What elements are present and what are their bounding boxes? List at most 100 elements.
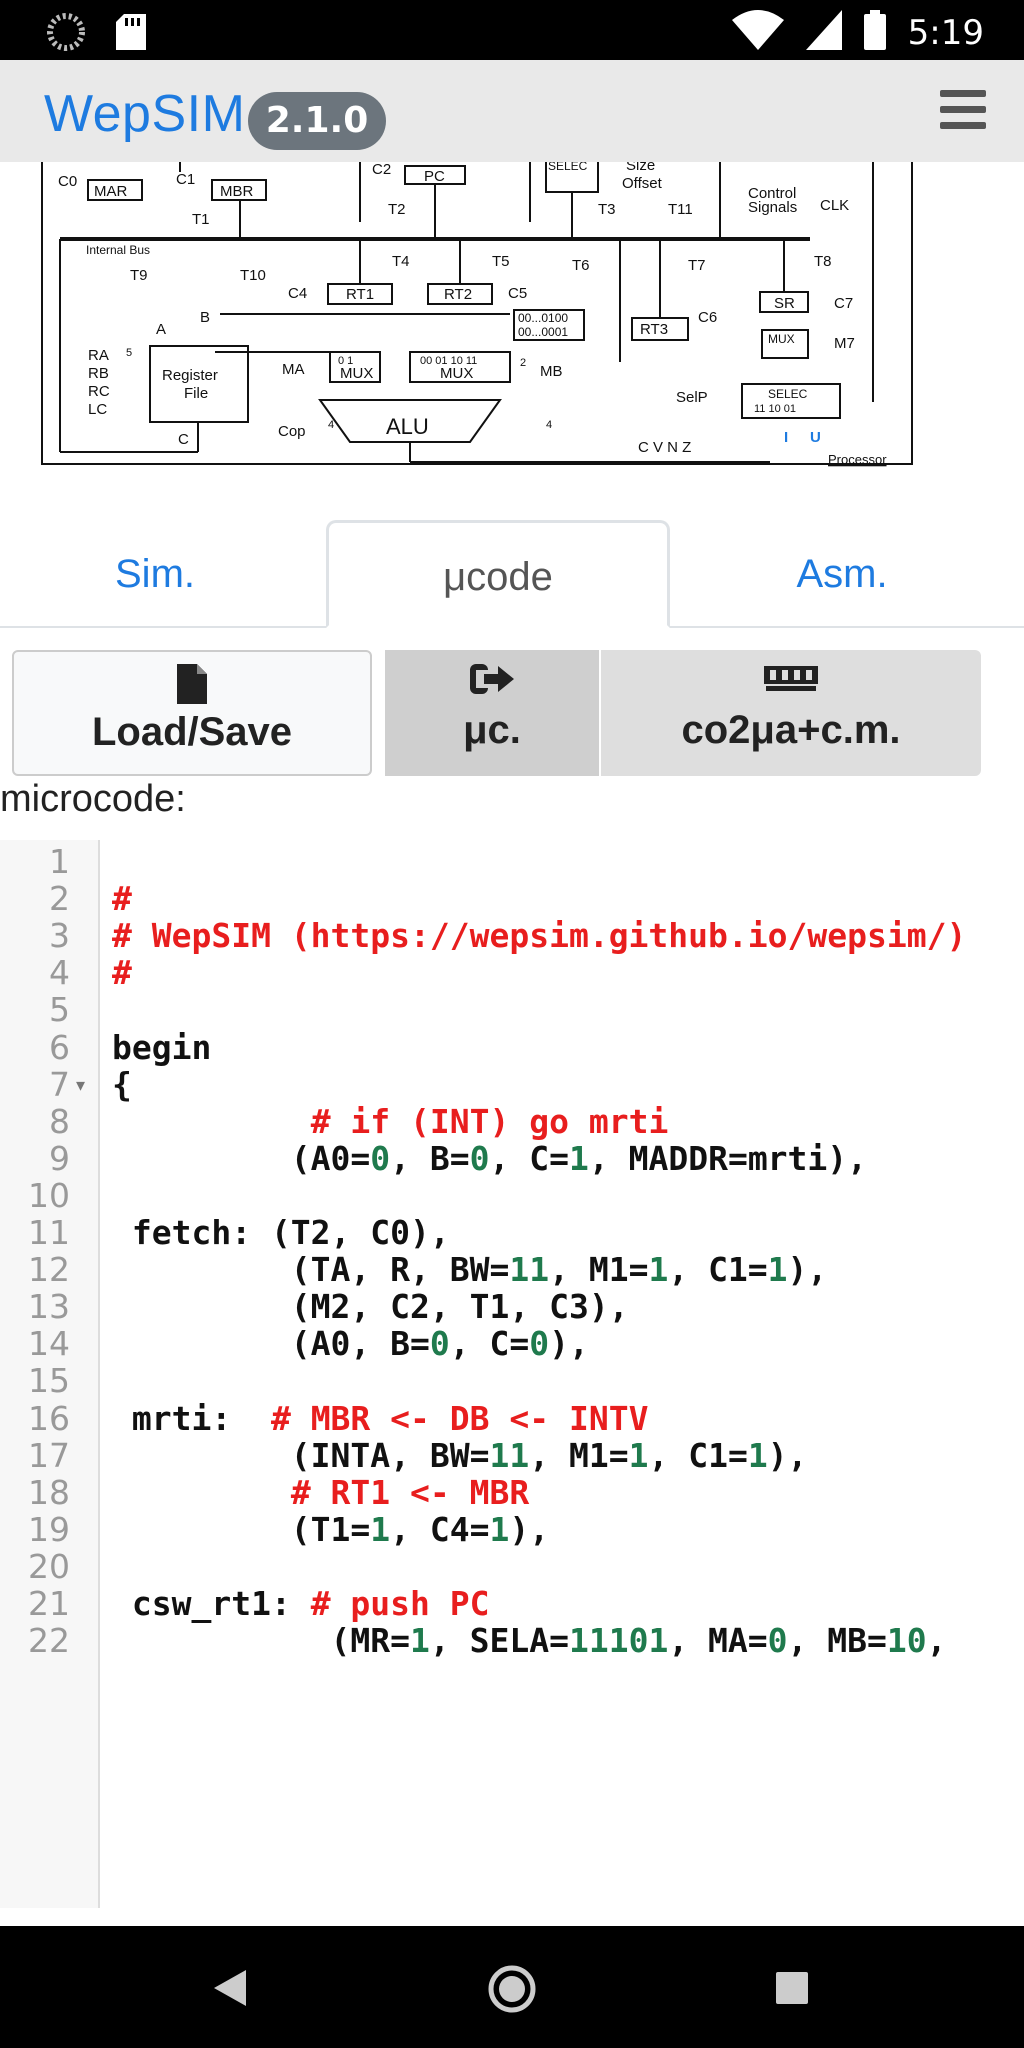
code-line[interactable]: mrti: # MBR <- DB <- INTV: [112, 1399, 649, 1438]
status-bar: 5:19: [0, 0, 1024, 60]
line-number: 5: [49, 990, 70, 1029]
code-line[interactable]: (A0=0, B=0, C=1, MADDR=mrti),: [112, 1139, 867, 1178]
code-line[interactable]: # RT1 <- MBR: [112, 1473, 529, 1512]
code-line[interactable]: # WepSIM (https://wepsim.github.io/wepsi…: [112, 916, 966, 955]
line-number: 8: [49, 1102, 70, 1141]
svg-text:C1: C1: [176, 171, 195, 188]
svg-text:SELEC: SELEC: [548, 162, 588, 173]
co2-label: co2μa+c.m.: [681, 708, 901, 752]
fold-toggle-icon[interactable]: ▾: [76, 1075, 85, 1096]
svg-text:SELEC: SELEC: [768, 387, 808, 401]
code-line[interactable]: fetch: (T2, C0),: [112, 1213, 450, 1252]
code-line[interactable]: #: [112, 879, 132, 918]
line-number: 12: [28, 1250, 70, 1289]
app-header: WepSIM 2.1.0: [0, 60, 1024, 162]
line-number: 16: [28, 1399, 70, 1438]
code-line[interactable]: (A0, B=0, C=0),: [112, 1324, 589, 1363]
svg-text:RT3: RT3: [640, 321, 668, 338]
line-number: 22: [28, 1621, 70, 1660]
tab-microcode[interactable]: μcode: [326, 520, 670, 628]
svg-text:SR: SR: [774, 295, 795, 312]
hamburger-menu-icon[interactable]: [940, 90, 990, 130]
svg-text:T6: T6: [572, 257, 590, 274]
code-line[interactable]: (TA, R, BW=11, M1=1, C1=1),: [112, 1250, 828, 1289]
sd-card-icon: [116, 14, 146, 55]
svg-text:4: 4: [328, 419, 334, 431]
app-title[interactable]: WepSIM: [44, 84, 245, 144]
recents-icon[interactable]: [776, 1972, 808, 2009]
svg-text:C V N Z: C V N Z: [638, 439, 691, 456]
line-number: 4: [49, 953, 70, 992]
view-tabs: Sim. μcode Asm.: [0, 520, 1024, 628]
svg-text:00...0100: 00...0100: [518, 311, 568, 325]
microcode-editor[interactable]: 1 2 3 4 5 6 7 ▾ 8 9 10 11 12 13 14 15 16 17 18 19 20 21 22 # # …: [0, 840, 1024, 1908]
svg-text:I: I: [784, 429, 788, 446]
svg-text:U: U: [810, 429, 821, 446]
line-number-gutter: 1 2 3 4 5 6 7 ▾ 8 9 10 11 12 13 14 15 16 17 18 19 20 21 22: [0, 840, 100, 1908]
svg-text:2: 2: [520, 357, 526, 369]
svg-text:C: C: [178, 431, 189, 448]
svg-text:MB: MB: [540, 363, 563, 380]
svg-text:A: A: [156, 321, 166, 338]
sign-out-icon: [470, 662, 514, 701]
svg-text:Processor: Processor: [828, 452, 887, 467]
svg-text:MBR: MBR: [220, 183, 254, 200]
svg-text:C5: C5: [508, 285, 527, 302]
co2-button[interactable]: co2μa+c.m.: [601, 650, 981, 776]
svg-text:T9: T9: [130, 267, 148, 284]
line-number: 11: [28, 1213, 70, 1252]
svg-text:MUX: MUX: [340, 365, 373, 382]
section-label: microcode:: [0, 778, 186, 820]
line-number: 21: [28, 1584, 70, 1623]
svg-text:Signals: Signals: [748, 199, 797, 216]
signal-icon: [805, 10, 842, 55]
home-icon[interactable]: [487, 1964, 537, 2019]
svg-text:T11: T11: [668, 201, 693, 218]
system-navigation-bar: [0, 1926, 1024, 2048]
svg-text:MAR: MAR: [94, 183, 128, 200]
microcode-compile-button[interactable]: μc.: [385, 650, 599, 776]
code-line[interactable]: csw_rt1: # push PC: [112, 1584, 490, 1623]
svg-text:ALU: ALU: [386, 414, 429, 439]
code-line[interactable]: (INTA, BW=11, M1=1, C1=1),: [112, 1436, 808, 1475]
code-line[interactable]: #: [112, 953, 132, 992]
load-save-button[interactable]: Load/Save: [12, 650, 372, 776]
line-number: 9: [49, 1139, 70, 1178]
file-icon: [177, 664, 207, 709]
microcode-compile-label: μc.: [463, 708, 521, 752]
code-line[interactable]: (T1=1, C4=1),: [112, 1510, 549, 1549]
back-icon[interactable]: [214, 1970, 246, 2011]
line-number: 3: [49, 916, 70, 955]
line-number: 1: [49, 842, 70, 881]
svg-text:Size: Size: [626, 162, 655, 174]
svg-text:C2: C2: [372, 162, 391, 178]
svg-text:RA: RA: [88, 347, 109, 364]
line-number: 17: [28, 1436, 70, 1475]
code-line[interactable]: (MR=1, SELA=11101, MA=0, MB=10,: [112, 1621, 947, 1660]
tab-simulator[interactable]: Sim.: [0, 520, 310, 628]
svg-text:MUX: MUX: [768, 332, 795, 346]
svg-text:Internal Bus: Internal Bus: [86, 243, 150, 257]
battery-icon: [863, 10, 886, 55]
svg-text:Cop: Cop: [278, 423, 306, 440]
tab-assembly[interactable]: Asm.: [686, 520, 998, 628]
processor-diagram[interactable]: C0 MAR C1 MBR C2 PC SELEC Size Offset Co…: [0, 162, 1024, 492]
sync-icon: [46, 12, 86, 57]
svg-text:T1: T1: [192, 211, 210, 228]
svg-text:C4: C4: [288, 285, 307, 302]
code-line[interactable]: (M2, C2, T1, C3),: [112, 1287, 629, 1326]
code-line[interactable]: {: [112, 1065, 132, 1104]
svg-text:Register: Register: [162, 367, 218, 384]
version-badge[interactable]: 2.1.0: [248, 92, 386, 150]
line-number: 6: [49, 1028, 70, 1067]
svg-text:C7: C7: [834, 295, 853, 312]
svg-text:T3: T3: [598, 201, 616, 218]
svg-text:00...0001: 00...0001: [518, 325, 568, 339]
svg-text:LC: LC: [88, 401, 107, 418]
line-number: 18: [28, 1473, 70, 1512]
svg-text:T5: T5: [492, 253, 510, 270]
memory-icon: [764, 662, 818, 697]
code-line[interactable]: # if (INT) go mrti: [112, 1102, 669, 1141]
code-line[interactable]: begin: [112, 1028, 211, 1067]
microcode-toolbar: Load/Save μc. co2μa+c.m.: [12, 650, 982, 776]
